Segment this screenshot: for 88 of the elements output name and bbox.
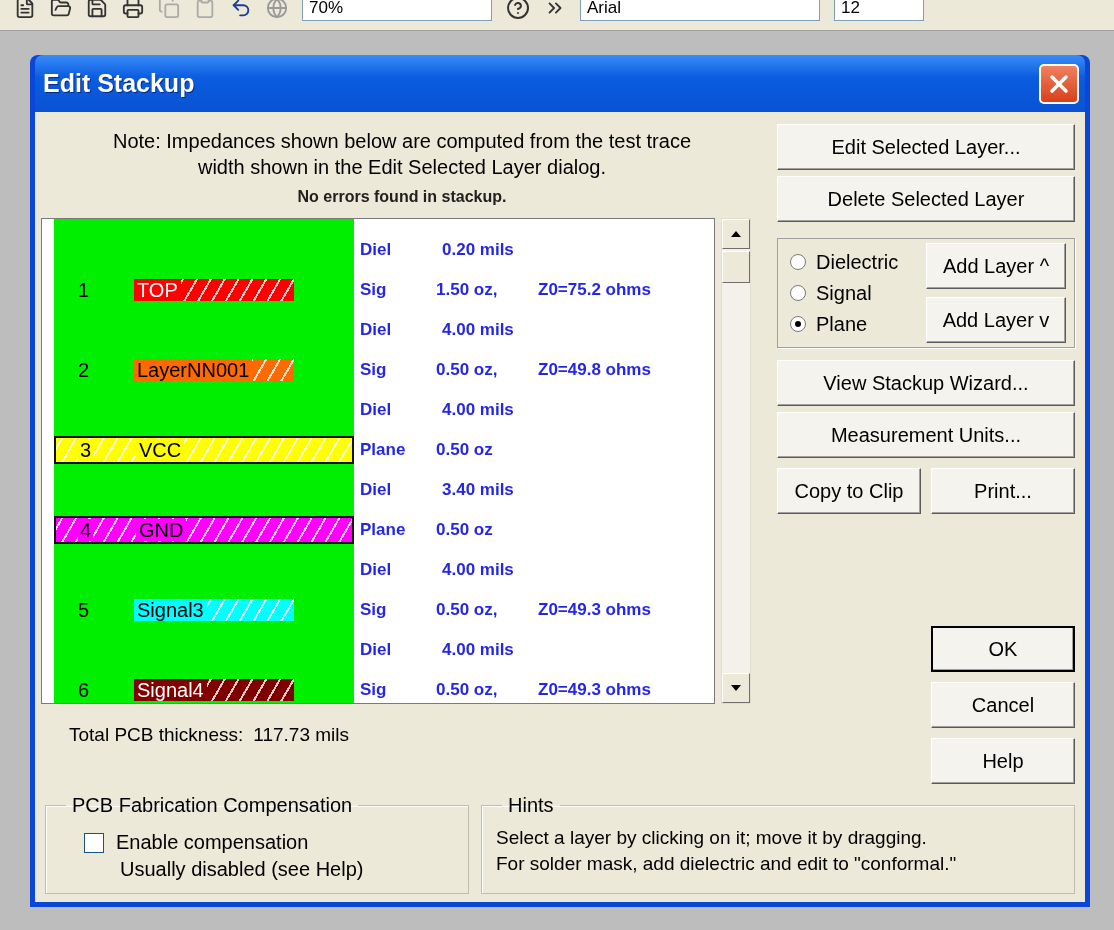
layer-value: 0.50 oz,: [436, 600, 499, 620]
layer-type: Diel: [360, 560, 393, 580]
layer-type: Diel: [360, 240, 393, 260]
zoom-field[interactable]: 70%: [302, 0, 492, 21]
radio-circle[interactable]: [790, 285, 806, 301]
layer-bar[interactable]: TOP: [134, 279, 294, 301]
layer-value: 4.00 mils: [441, 560, 515, 580]
impedance-text: Z0=75.2 ohms: [538, 280, 652, 300]
clip-button[interactable]: Print...: [931, 468, 1075, 514]
radio-circle[interactable]: [790, 316, 806, 332]
font-field[interactable]: Arial: [580, 0, 820, 21]
save-icon[interactable]: [86, 0, 108, 19]
layer-type: Diel: [360, 400, 393, 420]
layer-type: Plane: [360, 520, 407, 540]
layer-type: Diel: [360, 640, 393, 660]
window-title: Edit Stackup: [43, 69, 195, 98]
action-button[interactable]: Edit Selected Layer...: [777, 124, 1075, 170]
layer-value: 0.50 oz,: [436, 360, 499, 380]
clipboard-icon[interactable]: [194, 0, 216, 19]
down-arrow-icon[interactable]: [731, 685, 741, 691]
layer-number: 2: [77, 359, 91, 381]
up-arrow-icon[interactable]: [731, 231, 741, 237]
layer-type: Plane: [360, 440, 407, 460]
layer-type-radio[interactable]: Plane: [790, 312, 918, 336]
tool-button[interactable]: Measurement Units...: [777, 412, 1075, 458]
layer-number: 5: [77, 599, 91, 621]
group-title: Hints: [507, 794, 555, 817]
radio-label: Signal: [816, 281, 872, 305]
layer-bar[interactable]: Signal4: [134, 679, 294, 701]
layer-type: Sig: [360, 280, 388, 300]
layer-value: 4.00 mils: [441, 400, 515, 420]
layer-value: 4.00 mils: [441, 640, 515, 660]
layer-bar[interactable]: Signal3: [134, 599, 294, 621]
scrollbar[interactable]: [721, 218, 751, 704]
close-button[interactable]: [1039, 63, 1079, 104]
layer-name: VCC: [136, 439, 185, 461]
note-text: Note: Impedances shown below are computed from the test trace width shown in the Edit Selected Layer dialog.: [111, 129, 693, 180]
layer-number: 1: [77, 279, 91, 301]
impedance-text: Z0=49.8 ohms: [538, 360, 652, 380]
group-title: PCB Fabrication Compensation: [71, 794, 354, 817]
layer-number: 6: [77, 679, 91, 701]
layer-type-radio[interactable]: Signal: [790, 281, 918, 305]
new-file-icon[interactable]: [14, 0, 36, 19]
impedance-text: Z0=49.3 ohms: [538, 680, 652, 700]
action-button[interactable]: Delete Selected Layer: [777, 176, 1075, 222]
font-size-field[interactable]: 12: [834, 0, 924, 21]
layer-value: 1.50 oz,: [436, 280, 499, 300]
impedance-text: Z0=49.3 ohms: [538, 600, 652, 620]
layer-type-radio[interactable]: Dielectric: [790, 250, 918, 274]
checkbox-label: Enable compensation: [116, 831, 309, 854]
layer-type: Diel: [360, 480, 393, 500]
layer-type: Diel: [360, 320, 393, 340]
layer-value: 0.50 oz,: [436, 680, 499, 700]
plane-bar[interactable]: 4 GND: [54, 516, 354, 544]
status-text: No errors found in stackup.: [296, 188, 508, 206]
hints-text: Select a layer by clicking on it; move it by dragging. For solder mask, add dielectric and edit to "conformal.": [496, 826, 958, 876]
dialog-button[interactable]: Cancel: [931, 682, 1075, 728]
layer-value: 0.50 oz: [436, 440, 494, 460]
layer-name: GND: [136, 519, 187, 541]
layer-value: 0.50 oz: [436, 520, 494, 540]
clip-button[interactable]: Copy to Clip: [777, 468, 921, 514]
plane-bar[interactable]: 3 VCC: [54, 436, 354, 464]
printer-icon[interactable]: [122, 0, 144, 19]
radio-circle[interactable]: [790, 254, 806, 270]
layer-value: 0.20 mils: [441, 240, 515, 260]
thickness-value: 117.73 mils: [253, 724, 349, 746]
undo-icon[interactable]: [230, 0, 252, 19]
layer-value: 3.40 mils: [441, 480, 515, 500]
tool-button[interactable]: View Stackup Wizard...: [777, 360, 1075, 406]
dialog-button[interactable]: Help: [931, 738, 1075, 784]
layer-number: 4: [78, 519, 94, 541]
layer-type: Sig: [360, 360, 388, 380]
help-icon[interactable]: [506, 0, 530, 20]
radio-label: Plane: [816, 312, 868, 336]
folder-icon[interactable]: [50, 0, 72, 19]
checkbox[interactable]: [84, 832, 104, 853]
add-layer-button[interactable]: Add Layer ^: [926, 243, 1066, 289]
layer-type: Sig: [360, 600, 388, 620]
layer-bar[interactable]: LayerNN001: [134, 359, 294, 381]
layer-type: Sig: [360, 680, 388, 700]
layer-value: 4.00 mils: [441, 320, 515, 340]
scroll-thumb[interactable]: [722, 251, 750, 283]
add-layer-button[interactable]: Add Layer v: [926, 297, 1066, 343]
thickness-label: Total PCB thickness:: [69, 724, 244, 746]
radio-label: Dielectric: [816, 250, 899, 274]
dialog-button[interactable]: OK: [931, 626, 1075, 672]
compensation-note: Usually disabled (see Help): [120, 858, 365, 881]
layer-number: 3: [78, 439, 94, 461]
